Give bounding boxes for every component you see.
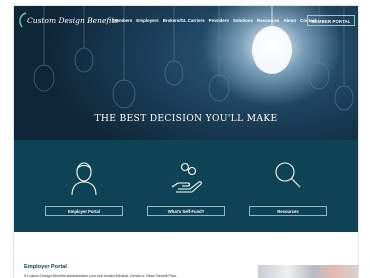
employer-portal-button[interactable]: Employer Portal bbox=[45, 206, 123, 216]
nav-resources[interactable]: Resources bbox=[257, 18, 279, 23]
browser-page: Custom Design Benefits Members Employers… bbox=[14, 6, 358, 278]
resources-button[interactable]: Resources bbox=[249, 206, 327, 216]
main-menu: Members Employers Brokers/GL Carriers Pr… bbox=[113, 18, 316, 23]
nav-about[interactable]: About bbox=[283, 18, 296, 23]
top-nav: Custom Design Benefits Members Employers… bbox=[14, 12, 358, 32]
card-employer-portal: Employer Portal bbox=[44, 140, 124, 232]
team-photo bbox=[258, 265, 358, 278]
swoosh-icon bbox=[19, 12, 27, 28]
brand-logo[interactable]: Custom Design Benefits bbox=[19, 12, 119, 28]
employer-portal-section: Employer Portal If Custom Design Benefit… bbox=[14, 232, 358, 278]
person-icon bbox=[71, 162, 97, 196]
nav-providers[interactable]: Providers bbox=[209, 18, 229, 23]
section-text: If Custom Design Benefits administrates … bbox=[24, 274, 177, 278]
nav-solutions[interactable]: Solutions bbox=[233, 18, 253, 23]
nav-employers[interactable]: Employers bbox=[136, 18, 158, 23]
magnifier-icon bbox=[275, 162, 301, 188]
brand-name: Custom Design Benefits bbox=[27, 16, 119, 25]
member-portal-button[interactable]: MEMBER PORTAL bbox=[307, 15, 355, 26]
nav-members[interactable]: Members bbox=[113, 18, 132, 23]
card-self-fund: What's Self-Fund? bbox=[146, 140, 226, 232]
card-resources: Resources bbox=[248, 140, 328, 232]
whats-self-fund-button[interactable]: What's Self-Fund? bbox=[147, 206, 225, 216]
hand-coins-icon bbox=[171, 162, 202, 193]
nav-brokers[interactable]: Brokers/GL Carriers bbox=[163, 18, 205, 23]
section-title: Employer Portal bbox=[24, 264, 67, 270]
hero-tagline: THE BEST DECISION YOU'LL MAKE bbox=[94, 113, 278, 124]
hero-banner: Custom Design Benefits Members Employers… bbox=[14, 6, 358, 140]
quick-links-section: Employer Portal What's Self-Fund? Resour… bbox=[14, 140, 358, 232]
